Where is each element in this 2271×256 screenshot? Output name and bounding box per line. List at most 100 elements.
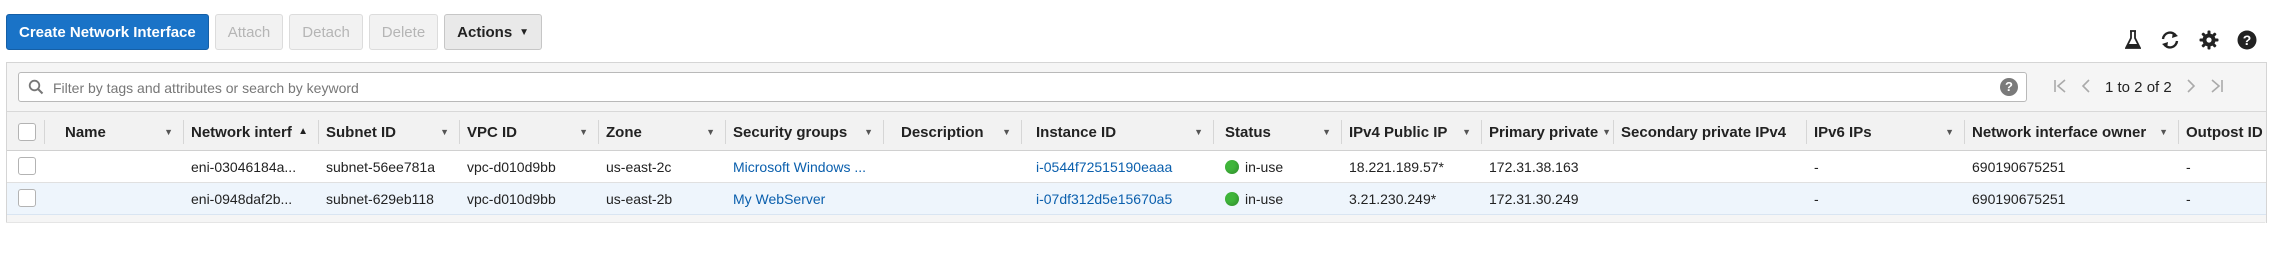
cell-security-group-link[interactable]: Microsoft Windows ... bbox=[733, 151, 883, 183]
column-header-network-interface-owner[interactable]: Network interface owner ▼ bbox=[1972, 112, 2178, 152]
cell-zone: us-east-2c bbox=[606, 159, 672, 175]
page-range-text: 1 to 2 of 2 bbox=[2105, 78, 2172, 96]
cell-status: in-use bbox=[1225, 183, 1337, 215]
help-icon[interactable]: ? bbox=[2237, 30, 2257, 50]
column-divider bbox=[459, 120, 460, 144]
column-header-label: Network interf bbox=[191, 123, 292, 141]
attach-button[interactable]: Attach bbox=[214, 14, 284, 50]
column-header-label: Security groups bbox=[733, 123, 848, 141]
search-icon bbox=[28, 79, 44, 98]
flask-icon[interactable] bbox=[2125, 30, 2141, 50]
first-page-icon[interactable] bbox=[2053, 78, 2067, 97]
column-header-network-interface[interactable]: Network interf ▲ bbox=[191, 112, 318, 152]
column-header-label: Secondary private IPv4 bbox=[1621, 123, 1787, 141]
column-divider bbox=[44, 120, 45, 144]
svg-text:?: ? bbox=[2243, 32, 2252, 48]
table-row[interactable]: eni-03046184a... subnet-56ee781a vpc-d01… bbox=[7, 151, 2266, 183]
column-header-zone[interactable]: Zone ▼ bbox=[606, 112, 725, 152]
detach-button[interactable]: Detach bbox=[289, 14, 363, 50]
cell-description bbox=[901, 151, 1019, 183]
sort-caret-icon: ▼ bbox=[440, 127, 449, 137]
status-text: in-use bbox=[1245, 159, 1284, 175]
refresh-icon[interactable] bbox=[2159, 30, 2181, 50]
cell-instance-id-link[interactable]: i-07df312d5e15670a5 bbox=[1036, 183, 1211, 215]
sort-caret-icon: ▼ bbox=[1322, 127, 1331, 137]
cell-instance-id-link[interactable]: i-0544f72515190eaaa bbox=[1036, 151, 1211, 183]
actions-menu-button[interactable]: Actions ▼ bbox=[444, 14, 543, 50]
column-divider bbox=[598, 120, 599, 144]
pagination: 1 to 2 of 2 bbox=[2053, 73, 2224, 101]
cell-name bbox=[65, 151, 175, 183]
panel-bottom-divider bbox=[6, 222, 2265, 223]
column-header-label: Primary private bbox=[1489, 123, 1599, 141]
column-header-outpost-id[interactable]: Outpost ID bbox=[2186, 112, 2266, 152]
cell-name bbox=[65, 183, 175, 215]
filter-bar: ? 1 to 2 of 2 bbox=[7, 63, 2266, 109]
table-header: Name ▼ Network interf ▲ Subnet ID ▼ VPC … bbox=[7, 111, 2266, 151]
sort-caret-icon: ▼ bbox=[1602, 127, 1611, 137]
cell-vpc-id: vpc-d010d9bb bbox=[467, 191, 556, 207]
column-divider bbox=[1481, 120, 1482, 144]
network-interfaces-panel: ? 1 to 2 of 2 Name ▼ Networ bbox=[6, 62, 2267, 223]
cell-vpc-id: vpc-d010d9bb bbox=[467, 159, 556, 175]
cell-primary-private-ip: 172.31.38.163 bbox=[1489, 159, 1579, 175]
column-header-status[interactable]: Status ▼ bbox=[1225, 112, 1341, 152]
column-header-label: IPv6 IPs bbox=[1814, 123, 1872, 141]
column-divider bbox=[883, 120, 884, 144]
column-divider bbox=[1613, 120, 1614, 144]
cell-outpost-id: - bbox=[2186, 191, 2191, 207]
column-header-vpc-id[interactable]: VPC ID ▼ bbox=[467, 112, 598, 152]
column-header-security-groups[interactable]: Security groups ▼ bbox=[733, 112, 883, 152]
column-divider bbox=[2178, 120, 2179, 144]
cell-primary-private-ip: 172.31.30.249 bbox=[1489, 191, 1579, 207]
toolbar: Create Network Interface Attach Detach D… bbox=[6, 14, 543, 50]
last-page-icon[interactable] bbox=[2210, 78, 2224, 97]
column-header-label: VPC ID bbox=[467, 123, 518, 141]
column-header-label: Instance ID bbox=[1036, 123, 1117, 141]
filter-search-box[interactable]: ? bbox=[18, 72, 2027, 102]
column-header-ipv4-public-ip[interactable]: IPv4 Public IP ▼ bbox=[1349, 112, 1481, 152]
column-header-subnet-id[interactable]: Subnet ID ▼ bbox=[326, 112, 459, 152]
cell-zone: us-east-2b bbox=[606, 191, 673, 207]
column-divider bbox=[318, 120, 319, 144]
filter-help-icon[interactable]: ? bbox=[2000, 78, 2018, 96]
sort-caret-icon: ▼ bbox=[706, 127, 715, 137]
cell-subnet-id: subnet-629eb118 bbox=[326, 191, 434, 207]
column-header-ipv6-ips[interactable]: IPv6 IPs ▼ bbox=[1814, 112, 1964, 152]
sort-caret-icon: ▼ bbox=[864, 127, 873, 137]
cell-network-interface-id: eni-03046184a... bbox=[191, 159, 297, 175]
column-header-description[interactable]: Description ▼ bbox=[901, 112, 1021, 152]
gear-icon[interactable] bbox=[2199, 30, 2219, 50]
row-checkbox[interactable] bbox=[18, 157, 36, 175]
actions-label: Actions bbox=[457, 23, 513, 41]
column-divider bbox=[1021, 120, 1022, 144]
delete-button[interactable]: Delete bbox=[368, 14, 439, 50]
column-header-secondary-private-ipv4[interactable]: Secondary private IPv4 bbox=[1621, 112, 1806, 152]
chevron-down-icon: ▼ bbox=[519, 26, 530, 38]
cell-security-group-link[interactable]: My WebServer bbox=[733, 183, 883, 215]
column-divider bbox=[725, 120, 726, 144]
sort-caret-icon: ▼ bbox=[1945, 127, 1954, 137]
status-ok-icon bbox=[1225, 160, 1239, 175]
cell-status: in-use bbox=[1225, 151, 1337, 183]
row-checkbox[interactable] bbox=[18, 189, 36, 207]
create-network-interface-button[interactable]: Create Network Interface bbox=[6, 14, 209, 50]
column-divider bbox=[1806, 120, 1807, 144]
column-header-label: Zone bbox=[606, 123, 642, 141]
column-divider bbox=[1964, 120, 1965, 144]
cell-owner: 690190675251 bbox=[1972, 159, 2066, 175]
column-divider bbox=[1341, 120, 1342, 144]
sort-caret-icon: ▼ bbox=[2159, 127, 2168, 137]
filter-input[interactable] bbox=[51, 76, 1975, 100]
cell-secondary-private-ipv4 bbox=[1621, 151, 1801, 183]
column-header-label: Description bbox=[901, 123, 984, 141]
select-all-checkbox[interactable] bbox=[18, 123, 36, 141]
cell-ipv4-public-ip: 3.21.230.249* bbox=[1349, 191, 1437, 207]
column-header-primary-private[interactable]: Primary private ▼ bbox=[1489, 112, 1613, 152]
column-header-name[interactable]: Name ▼ bbox=[65, 112, 183, 152]
column-header-instance-id[interactable]: Instance ID ▼ bbox=[1036, 112, 1213, 152]
next-page-icon[interactable] bbox=[2186, 78, 2196, 97]
table-row[interactable]: eni-0948daf2b... subnet-629eb118 vpc-d01… bbox=[7, 183, 2266, 215]
sort-caret-icon: ▼ bbox=[164, 127, 173, 137]
previous-page-icon[interactable] bbox=[2081, 78, 2091, 97]
